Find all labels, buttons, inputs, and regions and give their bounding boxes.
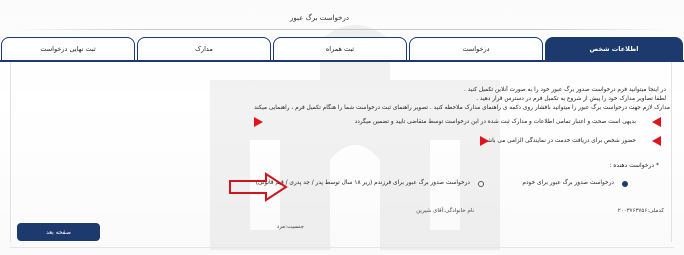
alert-arrow-icon	[254, 117, 263, 127]
alert-arrow-icon	[480, 136, 489, 146]
gender: جنسیت:مرد	[276, 224, 304, 230]
page-title: درخواست برگ عبور	[290, 14, 349, 22]
family-name: نام خانوادگی:آقای شیرین	[416, 208, 474, 214]
applicant-label: * درخواست دهنده :	[609, 162, 659, 169]
tab-companions[interactable]: ثبت همراه	[273, 37, 407, 60]
title-divider	[15, 29, 670, 30]
national-code: کدملی:۲۰۰۳۷۶۳۷۵۶	[617, 208, 664, 214]
applicant-self-label[interactable]: درخواست صدور برگ عبور برای خودم	[522, 180, 614, 186]
instruction-line: لطفا تصاویر مدارک خود را پیش از شروع به …	[476, 96, 666, 102]
tab-personal-info[interactable]: اطلاعات شخص	[545, 37, 683, 60]
tab-label: ثبت همراه	[325, 45, 355, 53]
tab-documents[interactable]: مدارک	[137, 37, 271, 60]
tab-request[interactable]: درخواست	[409, 37, 543, 60]
tab-label: اطلاعات شخص	[589, 45, 639, 53]
tab-final-submit[interactable]: ثبت نهایی درخواست	[1, 37, 135, 60]
applicant-child-radio[interactable]	[478, 181, 484, 187]
bottom-divider	[10, 247, 674, 248]
tab-bar: ثبت نهایی درخواست مدارک ثبت همراه درخواس…	[1, 37, 684, 61]
tab-label: درخواست	[462, 45, 490, 53]
instruction-line: در اینجا میتوانید فرم درخواست صدور برگ ع…	[464, 87, 666, 93]
tab-label: ثبت نهایی درخواست	[40, 45, 96, 53]
pointer-arrow-icon	[229, 172, 288, 202]
next-page-button[interactable]: صفحه بعد	[17, 223, 100, 241]
instruction-line: مدارک لازم جهت درخواست برگ عبور را میتوا…	[254, 105, 670, 111]
applicant-self-radio[interactable]	[622, 181, 628, 187]
tab-label: مدارک	[195, 45, 213, 53]
alert-arrow-icon	[652, 117, 661, 127]
alert-arrow-icon	[652, 136, 661, 146]
notice-text: بدیهی است صحت و اعتبار تمامی اطلاعات و م…	[354, 119, 636, 125]
notice-text: حضور شخص برای دریافت خدمت در نمایندگی ال…	[480, 138, 636, 144]
